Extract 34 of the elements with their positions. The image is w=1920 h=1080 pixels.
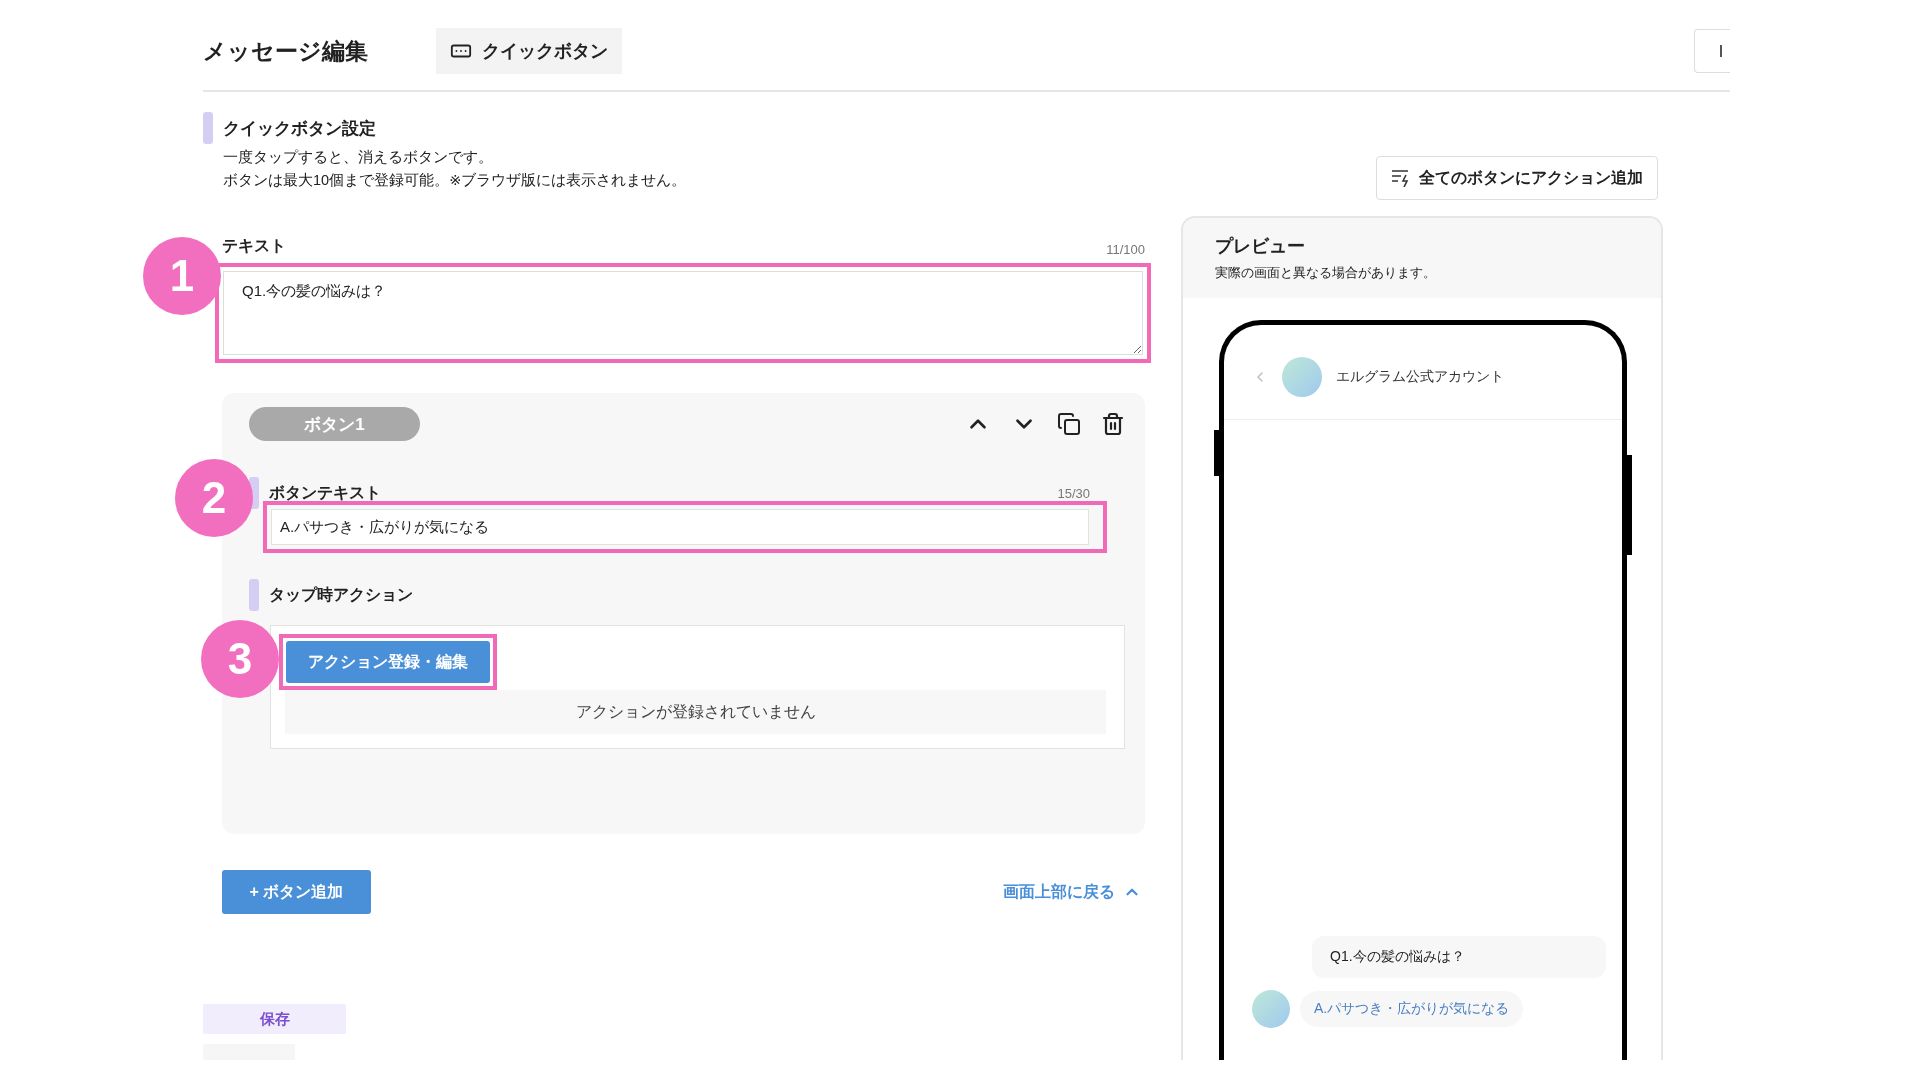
callout-number: 1 [143,237,221,315]
avatar-circle [1282,357,1322,397]
section-title: クイックボタン設定 [223,117,376,140]
quick-reply-chip[interactable]: A.パサつき・広がりが気になる [1300,991,1524,1027]
preview-title: プレビュー [1215,235,1306,258]
field-label: タップ時アクション [269,584,413,605]
preview-note: 実際の画面と異なる場合があります。 [1215,264,1437,282]
character-counter: 15/30 [1057,485,1090,501]
action-edit-button[interactable]: アクション登録・編集 [286,641,490,683]
section-description: ボタンは最大10個まで登録可能。※ブラウザ版には表示されません。 [223,171,687,190]
section-marker [203,112,213,144]
page-title: メッセージ編集 [203,36,368,66]
label-marker [249,579,259,611]
lines-lightning-icon [1391,169,1411,187]
section-description: 一度タップすると、消えるボタンです。 [223,148,494,167]
message-text-field[interactable]: Q1.今の髪の悩みは？ [223,271,1143,355]
copy-icon[interactable] [1057,412,1081,436]
character-counter: 11/100 [1106,242,1145,257]
callout-number: 2 [175,459,253,537]
callout-number: 3 [201,620,279,698]
button-number-badge: ボタン1 [249,407,420,441]
back-to-top-link[interactable]: 画面上部に戻る [1003,881,1141,903]
trash-icon[interactable] [1101,412,1125,436]
field-label: ボタンテキスト [269,482,381,503]
avatar-circle [1252,990,1290,1028]
button-text-field[interactable]: A.パサつき・広がりが気になる [271,509,1089,545]
empty-action-message: アクションが登録されていません [285,690,1106,734]
save-button[interactable]: 保存 [203,1004,346,1035]
quick-button-tab[interactable]: クイックボタン [436,28,622,74]
field-label: テキスト [222,236,286,256]
account-name: エルグラム公式アカウント [1336,368,1504,386]
message-bubble: Q1.今の髪の悩みは？ [1312,936,1606,978]
add-button[interactable]: + ボタン追加 [222,870,371,914]
bulk-action-button[interactable]: 全てのボタンにアクション追加 [1376,156,1658,200]
